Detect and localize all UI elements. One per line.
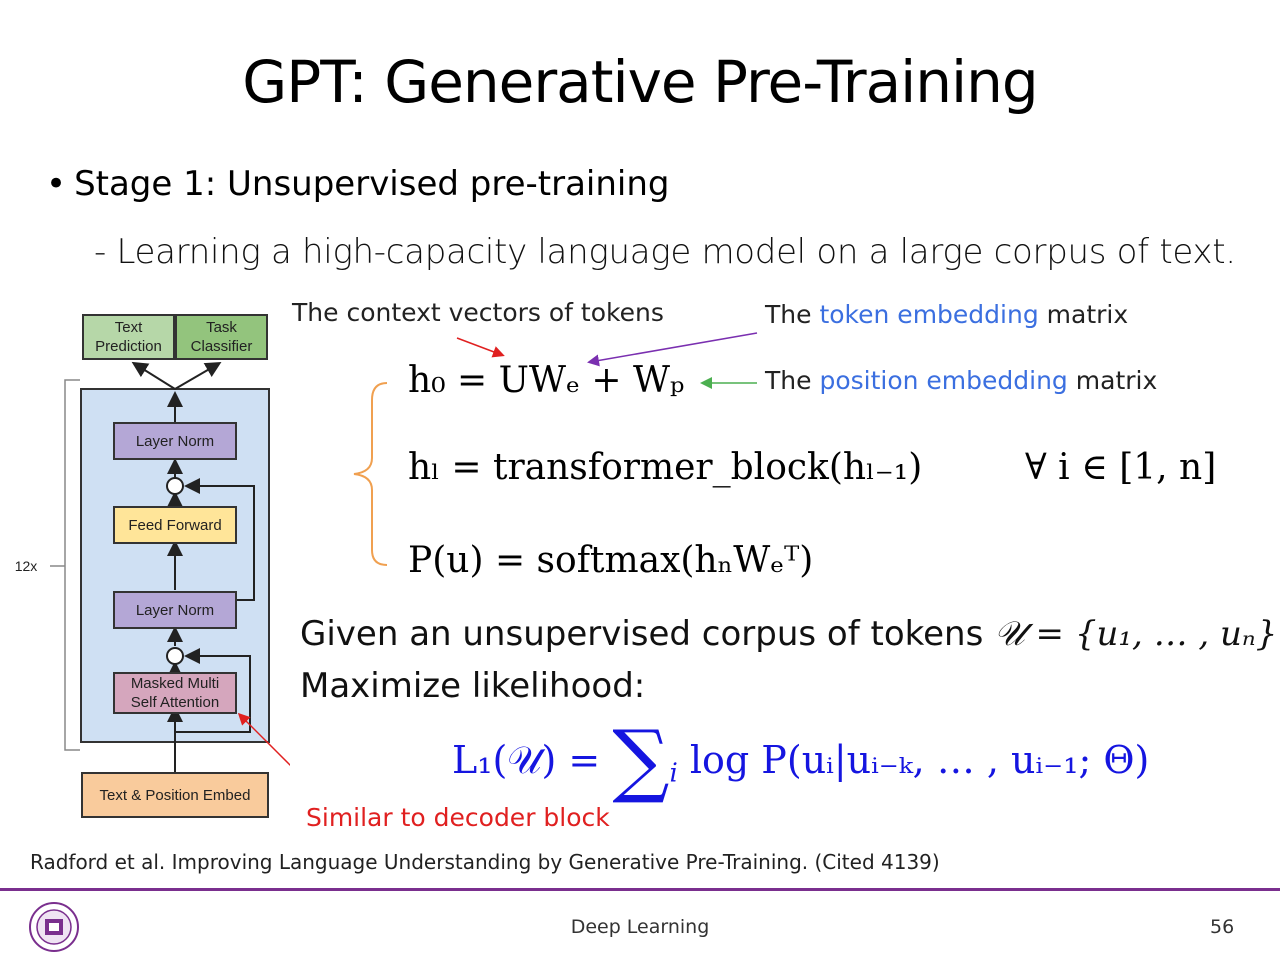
citation: Radford et al. Improving Language Unders… <box>30 850 940 874</box>
given-corpus-text: Given an unsupervised corpus of tokens <box>300 614 984 654</box>
corpus-set-expression: 𝒰 = {u₁, … , uₙ} <box>994 614 1278 654</box>
likelihood-rhs: log P(uᵢ|uᵢ₋ₖ, … , uᵢ₋₁; Θ) <box>689 738 1150 782</box>
equation-hl-condition: ∀ i ∈ [1, n] <box>1025 447 1217 488</box>
equation-hl: hₗ = transformer_block(hₗ₋₁) <box>408 447 923 488</box>
equation-softmax: P(u) = softmax(hₙWₑᵀ) <box>408 540 814 581</box>
equation-h0: h₀ = UWₑ + Wₚ <box>408 360 685 401</box>
likelihood-formula: L₁(𝒰) = ∑i log P(uᵢ|uᵢ₋ₖ, … , uᵢ₋₁; Θ) <box>452 720 1149 800</box>
given-corpus-line: Given an unsupervised corpus of tokens 𝒰… <box>300 614 1277 654</box>
page-number: 56 <box>1210 916 1235 938</box>
sum-index: i <box>669 758 678 789</box>
footer-divider <box>0 888 1280 891</box>
equation-brace <box>353 382 388 566</box>
decoder-note: Similar to decoder block <box>306 803 610 832</box>
likelihood-lhs: L₁(𝒰) = <box>452 738 601 782</box>
footer-course: Deep Learning <box>570 916 710 938</box>
maximize-likelihood-text: Maximize likelihood: <box>300 666 646 706</box>
sum-symbol: ∑ <box>612 713 670 806</box>
